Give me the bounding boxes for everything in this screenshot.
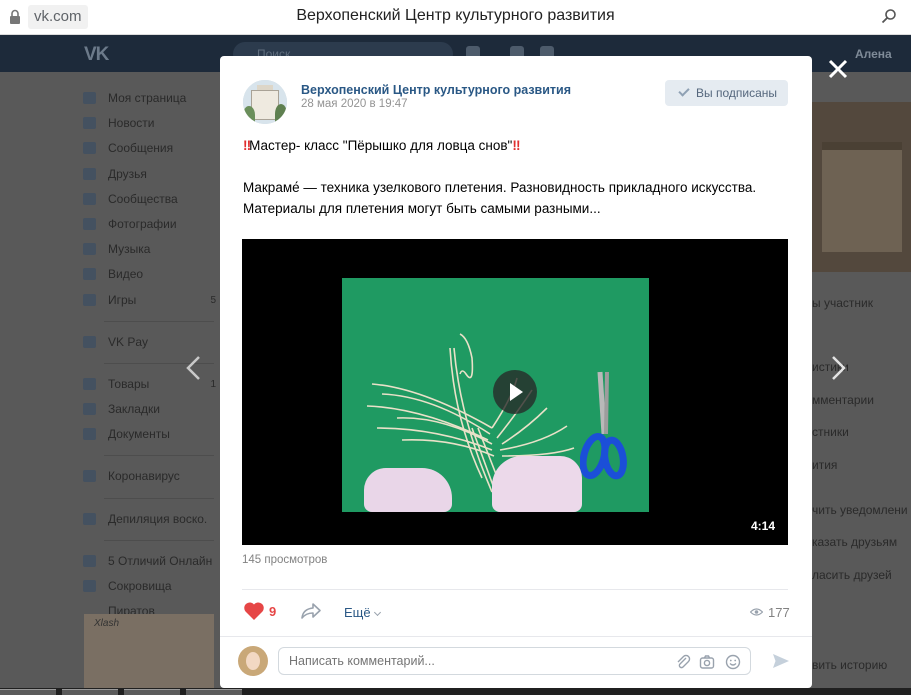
sidebar-divider <box>104 455 214 457</box>
taskbar <box>0 688 911 695</box>
attach-icon[interactable] <box>675 654 691 670</box>
view-count: 177 <box>768 605 790 620</box>
right-item-notifications[interactable]: чить уведомлени <box>812 503 908 517</box>
sidebar-item-messages[interactable]: Сообщения <box>80 136 220 161</box>
group-cover-photo <box>812 102 911 272</box>
chevron-down-icon <box>373 608 381 617</box>
group-avatar[interactable] <box>243 80 287 124</box>
post-modal: Верхопенский Центр культурного развития … <box>220 56 812 688</box>
prev-arrow-icon[interactable] <box>184 355 204 381</box>
sidebar-item-app-5-differences[interactable]: 5 Отличий Онлайн <box>80 549 220 574</box>
sidebar-item-app-pirates[interactable]: Сокровища Пиратов <box>80 574 220 618</box>
user-avatar[interactable] <box>238 646 268 676</box>
left-sidebar: Моя страница Новости Сообщения Друзья Со… <box>80 86 220 618</box>
video-views: 145 просмотров <box>242 554 328 566</box>
sidebar-item-music[interactable]: Музыка <box>80 237 220 262</box>
right-item-invite-friends[interactable]: ласить друзей <box>812 568 892 582</box>
like-button[interactable]: 9 <box>243 601 283 623</box>
like-count: 9 <box>269 604 277 619</box>
sidebar-item-video[interactable]: Видео <box>80 262 220 287</box>
sidebar-divider <box>104 320 214 322</box>
share-icon[interactable] <box>300 601 322 621</box>
send-icon[interactable] <box>771 652 791 670</box>
sidebar-item-bookmarks[interactable]: Закладки <box>80 397 220 422</box>
taskbar-item[interactable] <box>186 689 242 695</box>
groups-icon <box>83 192 96 205</box>
sidebar-item-app-depilation[interactable]: Депиляция воско. <box>80 507 220 532</box>
friends-icon <box>83 167 96 180</box>
right-item-comments[interactable]: мментарии <box>812 393 874 407</box>
app-icon <box>83 580 96 592</box>
goods-count: 1 <box>210 378 216 390</box>
user-name[interactable]: Алена <box>855 47 892 61</box>
divider <box>220 636 812 637</box>
post-date[interactable]: 28 мая 2020 в 19:47 <box>301 98 408 110</box>
camera-icon[interactable] <box>699 654 715 670</box>
next-arrow-icon[interactable] <box>828 355 848 381</box>
participant-dropdown[interactable]: ы участник <box>812 296 873 310</box>
games-icon <box>83 293 96 306</box>
sidebar-item-news[interactable]: Новости <box>80 111 220 136</box>
bookmark-icon <box>83 403 96 416</box>
sidebar-item-friends[interactable]: Друзья <box>80 162 220 187</box>
sidebar-item-groups[interactable]: Сообщества <box>80 187 220 212</box>
left-hand <box>364 468 452 512</box>
sidebar-item-photos[interactable]: Фотографии <box>80 212 220 237</box>
right-column: ы участник истики мментарии стники ития … <box>812 72 911 695</box>
sidebar-item-vkpay[interactable]: VK Pay <box>80 330 220 355</box>
browser-page-title: Верхопенский Центр культурного развития <box>296 7 615 24</box>
browser-address-bar: vk.com Верхопенский Центр культурного ра… <box>0 0 911 35</box>
sidebar-divider <box>104 497 214 499</box>
subscribed-button[interactable]: Вы подписаны <box>665 80 788 106</box>
post-title: ‼Мастер- класс "Пёрышко для ловца снов"‼ <box>243 138 521 153</box>
photo-icon <box>83 217 96 230</box>
play-button[interactable] <box>493 370 537 414</box>
eye-icon <box>750 608 763 616</box>
right-item-tell-friends[interactable]: казать друзьям <box>812 535 897 549</box>
ad-brand-text: Xlash <box>94 618 120 629</box>
right-hand <box>492 456 582 512</box>
taskbar-item[interactable] <box>0 689 56 695</box>
video-icon <box>83 268 96 281</box>
sidebar-item-corona[interactable]: Коронавирус <box>80 464 220 489</box>
heart-icon <box>244 602 264 620</box>
divider <box>242 589 788 590</box>
app-icon <box>83 512 96 525</box>
sidebar-item-my-page[interactable]: Моя страница <box>80 86 220 111</box>
right-item-add-story[interactable]: вить историю <box>812 658 887 672</box>
vk-logo[interactable]: VK <box>84 44 109 66</box>
video-player[interactable]: 4:14 <box>242 239 788 545</box>
right-item-events[interactable]: ития <box>812 458 837 472</box>
double-exclamation-icon: ‼ <box>512 138 520 153</box>
check-icon <box>678 85 690 97</box>
app-icon <box>83 554 96 567</box>
vkpay-icon <box>83 335 96 348</box>
games-count: 5 <box>210 294 216 306</box>
video-duration: 4:14 <box>750 519 775 533</box>
sidebar-item-docs[interactable]: Документы <box>80 422 220 447</box>
sidebar-divider <box>104 539 214 541</box>
home-icon <box>83 92 96 104</box>
scissors-icon <box>580 371 627 480</box>
taskbar-item[interactable] <box>62 689 118 695</box>
close-icon[interactable] <box>827 58 849 80</box>
goods-icon <box>83 377 96 390</box>
music-note-icon <box>83 243 96 256</box>
sidebar-item-games[interactable]: Игры 5 <box>80 288 220 313</box>
sidebar-ad[interactable]: Xlash <box>84 614 214 695</box>
right-item-members[interactable]: стники <box>812 425 849 439</box>
post-text: Макраме́ — техника узелкового плетения. … <box>243 180 757 216</box>
more-button[interactable]: Ещё <box>344 605 381 620</box>
docs-icon <box>83 428 96 441</box>
search-icon[interactable] <box>881 8 897 24</box>
message-icon <box>83 142 96 155</box>
group-name-link[interactable]: Верхопенский Центр культурного развития <box>301 83 571 97</box>
smile-icon[interactable] <box>725 654 741 670</box>
news-icon <box>83 117 96 130</box>
taskbar-item[interactable] <box>124 689 180 695</box>
virus-icon <box>83 470 96 483</box>
